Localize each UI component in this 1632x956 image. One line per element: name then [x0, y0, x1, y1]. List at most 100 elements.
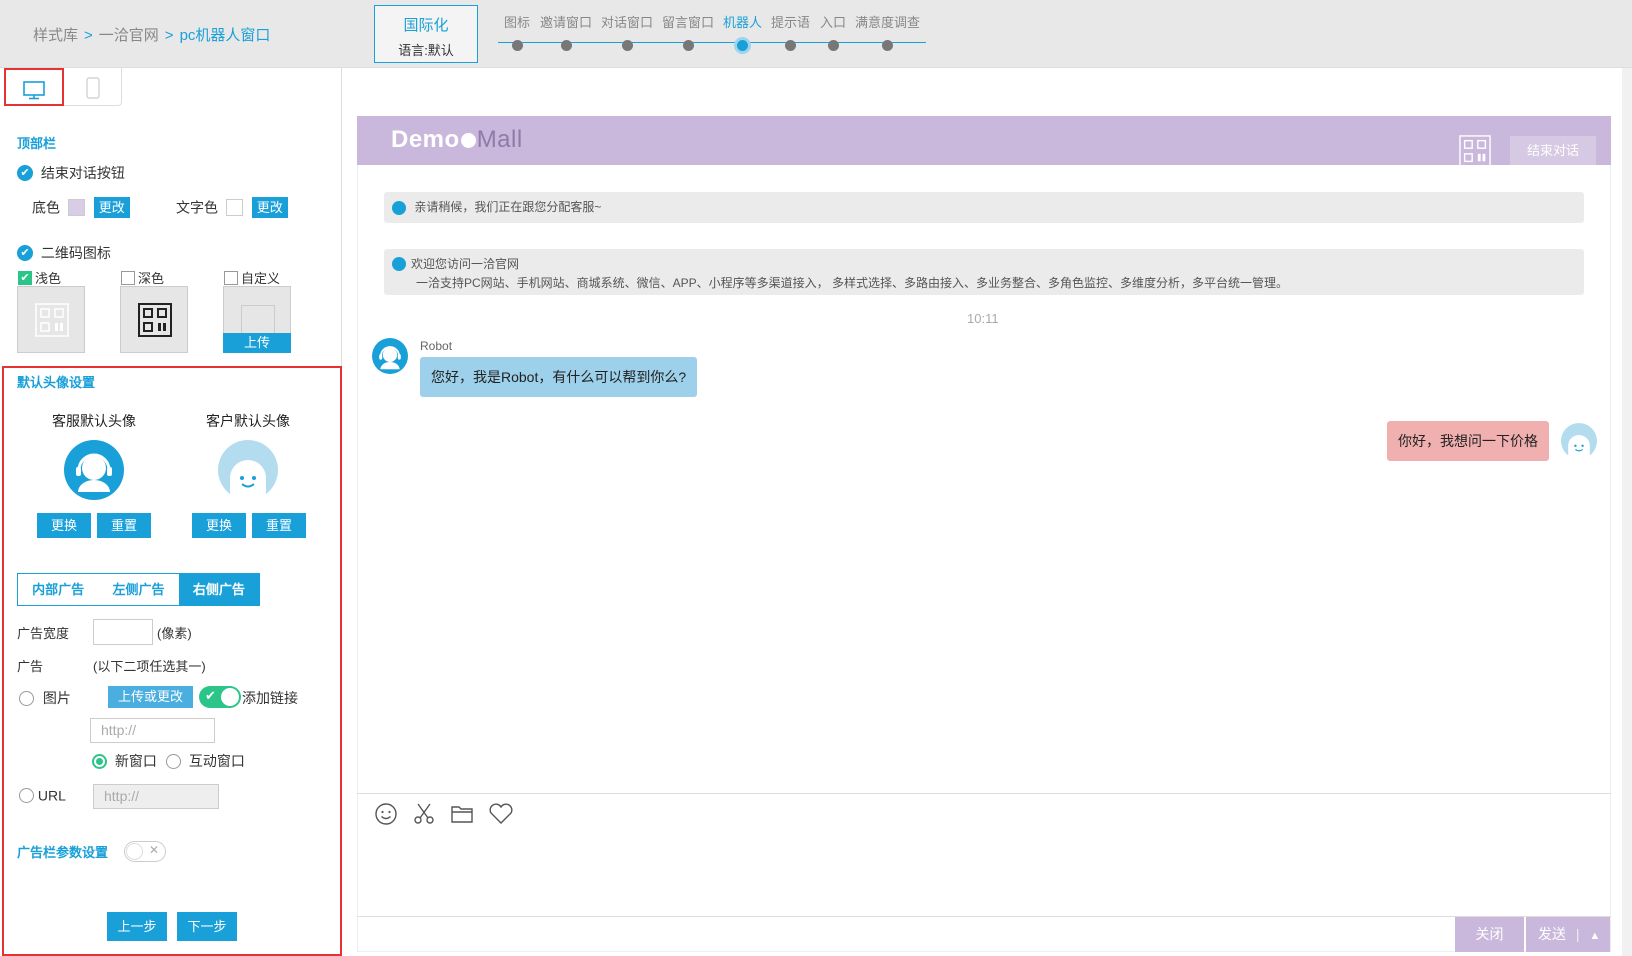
intl-language: 语言:默认 [398, 43, 454, 58]
qr-light-label: 浅色 [35, 271, 62, 286]
end-chat-button-option[interactable]: ✔ 结束对话按钮 [17, 163, 125, 183]
qr-dark-label: 深色 [138, 271, 165, 286]
step-message[interactable]: 留言窗口 [662, 12, 714, 51]
step-dot [734, 37, 751, 54]
agent-avatar-reset-button[interactable]: 重置 [97, 513, 151, 538]
headset-avatar-icon [379, 346, 401, 370]
ad-hint: (以下二项任选其一) [93, 659, 206, 674]
smiley-avatar-icon [230, 460, 266, 500]
step-icon[interactable]: 图标 [504, 12, 530, 51]
robot-name: Robot [420, 339, 453, 353]
step-dot [827, 40, 839, 51]
tab-right-ad[interactable]: 右侧广告 [178, 574, 259, 605]
qr-code-icon [35, 303, 69, 337]
breadcrumb-root[interactable]: 样式库 [33, 27, 78, 44]
robot-avatar [372, 338, 408, 374]
link-url-input[interactable]: http:// [90, 718, 215, 743]
qr-dark-preview[interactable] [120, 286, 188, 353]
intl-title: 国际化 [403, 17, 449, 34]
end-chat-button[interactable]: 结束对话 [1510, 136, 1596, 165]
step-entry[interactable]: 入口 [820, 12, 846, 51]
qr-light-option[interactable]: ✔ 浅色 [18, 268, 61, 287]
desktop-tab[interactable] [4, 68, 64, 106]
agent-avatar-replace-button[interactable]: 更换 [37, 513, 91, 538]
mobile-tab[interactable] [64, 68, 122, 106]
step-dot [511, 40, 523, 51]
step-invite[interactable]: 邀请窗口 [540, 12, 592, 51]
logo-dot-icon [460, 133, 476, 149]
emoji-icon[interactable] [374, 802, 398, 829]
qr-dark-option[interactable]: 深色 [121, 268, 164, 287]
system-message: 亲请稍候，我们正在跟您分配客服~ [384, 192, 1584, 223]
url-radio-option[interactable]: URL [19, 786, 66, 803]
qr-code-icon [138, 303, 172, 337]
prev-step-button[interactable]: 上一步 [107, 912, 167, 941]
radio-icon [19, 690, 34, 706]
qr-custom-option[interactable]: 自定义 [224, 268, 280, 287]
ad-width-input[interactable] [93, 619, 153, 645]
welcome-title: 欢迎您访问一洽官网 [411, 257, 520, 271]
ad-url-input[interactable]: http:// [93, 784, 219, 809]
customer-avatar-label: 客户默认头像 [206, 413, 290, 429]
qr-light-preview[interactable] [17, 286, 85, 353]
qr-code-icon[interactable] [1459, 135, 1491, 167]
customer-avatar-replace-button[interactable]: 更换 [192, 513, 246, 538]
qr-icon-option[interactable]: ✔ 二维码图标 [17, 243, 111, 263]
check-icon: ✔ [17, 165, 33, 181]
system-message-text: 亲请稍候，我们正在跟您分配客服~ [414, 200, 602, 215]
ad-param-toggle[interactable]: ✕ [124, 841, 166, 862]
send-button[interactable]: 发送 | ▲ [1526, 917, 1610, 952]
qr-custom-label: 自定义 [241, 271, 281, 286]
breadcrumb: 样式库 > 一洽官网 > pc机器人窗口 [33, 24, 270, 45]
step-label: 提示语 [771, 15, 811, 30]
welcome-body: 一洽支持PC网站、手机网站、商城系统、微信、APP、小程序等多渠道接入， 多样式… [416, 276, 1289, 290]
speaker-icon [392, 200, 406, 215]
close-chat-button[interactable]: 关闭 [1455, 917, 1524, 952]
radio-selected-icon [92, 753, 107, 769]
step-label: 留言窗口 [662, 15, 715, 30]
interactive-window-label: 互动窗口 [188, 753, 245, 769]
ad-label: 广告 [17, 659, 44, 674]
step-chat[interactable]: 对话窗口 [601, 12, 653, 51]
step-tips[interactable]: 提示语 [771, 12, 810, 51]
breadcrumb-separator: > [84, 27, 93, 44]
tab-left-ad[interactable]: 左侧广告 [98, 574, 178, 605]
chat-timestamp: 10:11 [967, 311, 999, 326]
step-dot [682, 40, 694, 51]
step-survey[interactable]: 满意度调查 [855, 12, 920, 51]
tab-inner-ad[interactable]: 内部广告 [18, 574, 98, 605]
upload-change-button[interactable]: 上传或更改 [108, 686, 193, 708]
step-dot [882, 40, 893, 51]
add-link-toggle[interactable]: ✔ [199, 686, 241, 708]
send-options-arrow-icon[interactable]: ▲ [1589, 930, 1600, 942]
welcome-message: 欢迎您访问一洽官网 一洽支持PC网站、手机网站、商城系统、微信、APP、小程序等… [384, 249, 1584, 295]
step-label: 满意度调查 [855, 15, 921, 30]
step-progress: 图标 邀请窗口 对话窗口 留言窗口 机器人 提示语 入口 满意度调查 [498, 12, 928, 54]
customer-avatar-reset-button[interactable]: 重置 [252, 513, 306, 538]
bg-color-label: 底色 [32, 199, 60, 216]
user-avatar [1561, 423, 1597, 459]
heart-icon[interactable] [488, 802, 514, 829]
mobile-icon [85, 76, 100, 99]
step-label: 机器人 [723, 15, 763, 30]
bg-color-change-button[interactable]: 更改 [93, 197, 130, 218]
checkbox-icon [224, 270, 238, 285]
qr-custom-preview[interactable]: 上传 [223, 286, 291, 353]
intl-button[interactable]: 国际化 语言:默认 [374, 5, 478, 63]
text-color-swatch[interactable] [225, 199, 243, 216]
image-radio-option[interactable]: 图片 [19, 688, 71, 708]
next-step-button[interactable]: 下一步 [177, 912, 237, 941]
folder-icon[interactable] [450, 802, 474, 829]
breadcrumb-mid[interactable]: 一洽官网 [99, 27, 159, 44]
step-label: 入口 [820, 15, 847, 30]
text-color-change-button[interactable]: 更改 [251, 197, 288, 218]
interactive-window-option[interactable]: 互动窗口 [166, 751, 245, 771]
bg-color-swatch[interactable] [67, 199, 85, 216]
step-robot[interactable]: 机器人 [723, 12, 762, 54]
step-label: 邀请窗口 [540, 15, 593, 30]
page-scrollbar[interactable] [1622, 68, 1632, 956]
qr-upload-button[interactable]: 上传 [223, 333, 291, 353]
new-window-option[interactable]: 新窗口 [92, 751, 157, 771]
bg-color-row: 底色 更改 [32, 197, 130, 218]
scissors-icon[interactable] [412, 802, 436, 829]
